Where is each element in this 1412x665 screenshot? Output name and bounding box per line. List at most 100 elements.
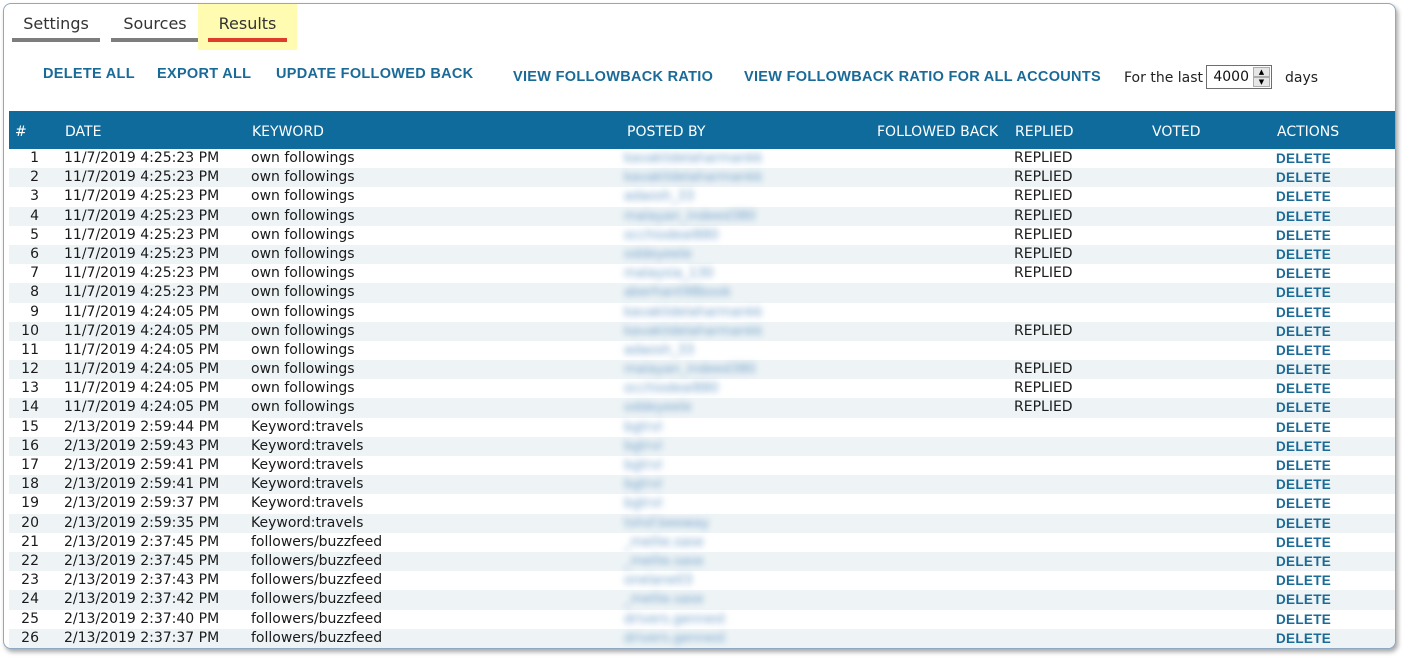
row-delete-button[interactable]: DELETE xyxy=(1276,610,1331,629)
row-number: 19 xyxy=(21,495,39,512)
row-delete-button[interactable]: DELETE xyxy=(1276,283,1331,302)
view-followback-ratio-all-button[interactable]: VIEW FOLLOWBACK RATIO FOR ALL ACCOUNTS xyxy=(744,69,1101,85)
row-date: 11/7/2019 4:25:23 PM xyxy=(64,207,220,224)
tab-sources[interactable]: Sources xyxy=(111,8,199,44)
row-date: 2/13/2019 2:37:37 PM xyxy=(64,629,220,646)
row-date: 11/7/2019 4:24:05 PM xyxy=(64,341,220,358)
row-delete-button[interactable]: DELETE xyxy=(1276,303,1331,322)
header-date: DATE xyxy=(65,124,102,140)
row-number: 14 xyxy=(21,399,39,416)
row-delete-button[interactable]: DELETE xyxy=(1276,264,1331,283)
row-number: 7 xyxy=(30,265,39,282)
row-delete-button[interactable]: DELETE xyxy=(1276,207,1331,226)
tab-settings[interactable]: Settings xyxy=(12,8,100,44)
row-date: 11/7/2019 4:24:05 PM xyxy=(64,303,220,320)
row-date: 2/13/2019 2:59:44 PM xyxy=(64,418,220,435)
row-delete-button[interactable]: DELETE xyxy=(1276,494,1331,513)
row-delete-button[interactable]: DELETE xyxy=(1276,149,1331,168)
days-stepper[interactable]: 4000 ▲ ▼ xyxy=(1206,65,1272,89)
row-number: 24 xyxy=(21,591,39,608)
row-posted-by: _mellie.sase xyxy=(624,553,704,569)
increment-icon[interactable]: ▲ xyxy=(1253,67,1270,77)
row-number: 23 xyxy=(21,572,39,589)
delete-all-button[interactable]: DELETE ALL xyxy=(43,66,135,82)
table-row: 7 11/7/2019 4:25:23 PM own followings malay… xyxy=(9,264,1395,283)
results-table-body: 1 11/7/2019 4:25:23 PM own followings kavak… xyxy=(9,149,1395,648)
results-panel: Settings Sources Results DELETE ALL EXPO… xyxy=(3,3,1396,649)
row-keyword: Keyword:travels xyxy=(251,476,364,493)
row-date: 11/7/2019 4:25:23 PM xyxy=(64,226,220,243)
row-posted-by: tshsf.beeway xyxy=(624,515,710,531)
table-row: 12 11/7/2019 4:24:05 PM own followings mala… xyxy=(9,360,1395,380)
row-posted-by: drivers.gennest xyxy=(624,611,726,627)
row-keyword: Keyword:travels xyxy=(251,418,364,435)
row-posted-by: onelane03 xyxy=(624,573,693,589)
row-keyword: own followings xyxy=(251,265,355,282)
tab-results[interactable]: Results xyxy=(198,4,297,50)
header-voted: VOTED xyxy=(1152,124,1201,140)
tab-sources-underline xyxy=(111,38,199,42)
row-posted-by: aberhant98book xyxy=(624,285,732,301)
header-actions: ACTIONS xyxy=(1277,124,1340,140)
row-posted-by: bgtrvl xyxy=(624,419,663,435)
row-number: 10 xyxy=(21,322,39,339)
update-followed-back-button[interactable]: UPDATE FOLLOWED BACK xyxy=(276,66,473,82)
table-row: 19 2/13/2019 2:59:37 PM Keyword:travels bgt… xyxy=(9,494,1395,513)
row-delete-button[interactable]: DELETE xyxy=(1276,437,1331,456)
row-keyword: own followings xyxy=(251,188,355,205)
row-keyword: Keyword:travels xyxy=(251,437,364,454)
row-delete-button[interactable]: DELETE xyxy=(1276,590,1331,609)
days-label: days xyxy=(1285,70,1319,86)
row-delete-button[interactable]: DELETE xyxy=(1276,571,1331,590)
row-delete-button[interactable]: DELETE xyxy=(1276,379,1331,398)
row-replied: REPLIED xyxy=(1014,169,1073,186)
row-number: 3 xyxy=(30,188,39,205)
table-row: 6 11/7/2019 4:25:23 PM own followings oddey… xyxy=(9,244,1395,265)
row-number: 1 xyxy=(30,150,39,166)
row-delete-button[interactable]: DELETE xyxy=(1276,514,1331,533)
row-replied: REPLIED xyxy=(1014,188,1073,205)
row-delete-button[interactable]: DELETE xyxy=(1276,456,1331,475)
row-keyword: own followings xyxy=(251,322,355,339)
row-keyword: followers/buzzfeed xyxy=(251,591,383,608)
row-posted-by: drivers.gennest xyxy=(624,630,726,646)
row-date: 11/7/2019 4:24:05 PM xyxy=(64,361,220,378)
row-date: 11/7/2019 4:25:23 PM xyxy=(64,150,220,166)
row-keyword: followers/buzzfeed xyxy=(251,552,383,569)
row-posted-by: adaosh_33 xyxy=(624,342,695,358)
row-date: 2/13/2019 2:37:42 PM xyxy=(64,591,220,608)
row-number: 11 xyxy=(21,341,39,358)
row-delete-button[interactable]: DELETE xyxy=(1276,226,1331,245)
row-posted-by: occhiodeal880 xyxy=(624,227,719,243)
row-delete-button[interactable]: DELETE xyxy=(1276,475,1331,494)
table-row: 4 11/7/2019 4:25:23 PM own followings malay… xyxy=(9,206,1395,226)
row-delete-button[interactable]: DELETE xyxy=(1276,168,1331,187)
row-posted-by: occhiodeal880 xyxy=(624,381,719,397)
view-followback-ratio-button[interactable]: VIEW FOLLOWBACK RATIO xyxy=(513,69,713,85)
tab-settings-label: Settings xyxy=(23,14,89,33)
row-keyword: own followings xyxy=(251,284,355,301)
row-keyword: own followings xyxy=(251,399,355,416)
export-all-button[interactable]: EXPORT ALL xyxy=(157,66,251,82)
row-replied: REPLIED xyxy=(1014,361,1073,378)
row-delete-button[interactable]: DELETE xyxy=(1276,322,1331,341)
decrement-icon[interactable]: ▼ xyxy=(1253,77,1270,87)
row-delete-button[interactable]: DELETE xyxy=(1276,398,1331,417)
row-delete-button[interactable]: DELETE xyxy=(1276,341,1331,360)
row-delete-button[interactable]: DELETE xyxy=(1276,360,1331,379)
row-keyword: own followings xyxy=(251,380,355,397)
table-row: 9 11/7/2019 4:24:05 PM own followings kavak… xyxy=(9,303,1395,322)
row-delete-button[interactable]: DELETE xyxy=(1276,187,1331,206)
row-number: 6 xyxy=(30,245,39,262)
row-delete-button[interactable]: DELETE xyxy=(1276,533,1331,552)
row-posted-by: _mellie.sase xyxy=(624,592,704,608)
row-posted-by: kavaklidelaharmankk xyxy=(624,323,763,339)
row-number: 26 xyxy=(21,629,39,646)
row-delete-button[interactable]: DELETE xyxy=(1276,418,1331,437)
row-date: 11/7/2019 4:24:05 PM xyxy=(64,322,220,339)
row-date: 2/13/2019 2:37:45 PM xyxy=(64,533,220,550)
row-number: 21 xyxy=(21,533,39,550)
row-delete-button[interactable]: DELETE xyxy=(1276,245,1331,264)
row-delete-button[interactable]: DELETE xyxy=(1276,552,1331,571)
row-delete-button[interactable]: DELETE xyxy=(1276,629,1331,648)
